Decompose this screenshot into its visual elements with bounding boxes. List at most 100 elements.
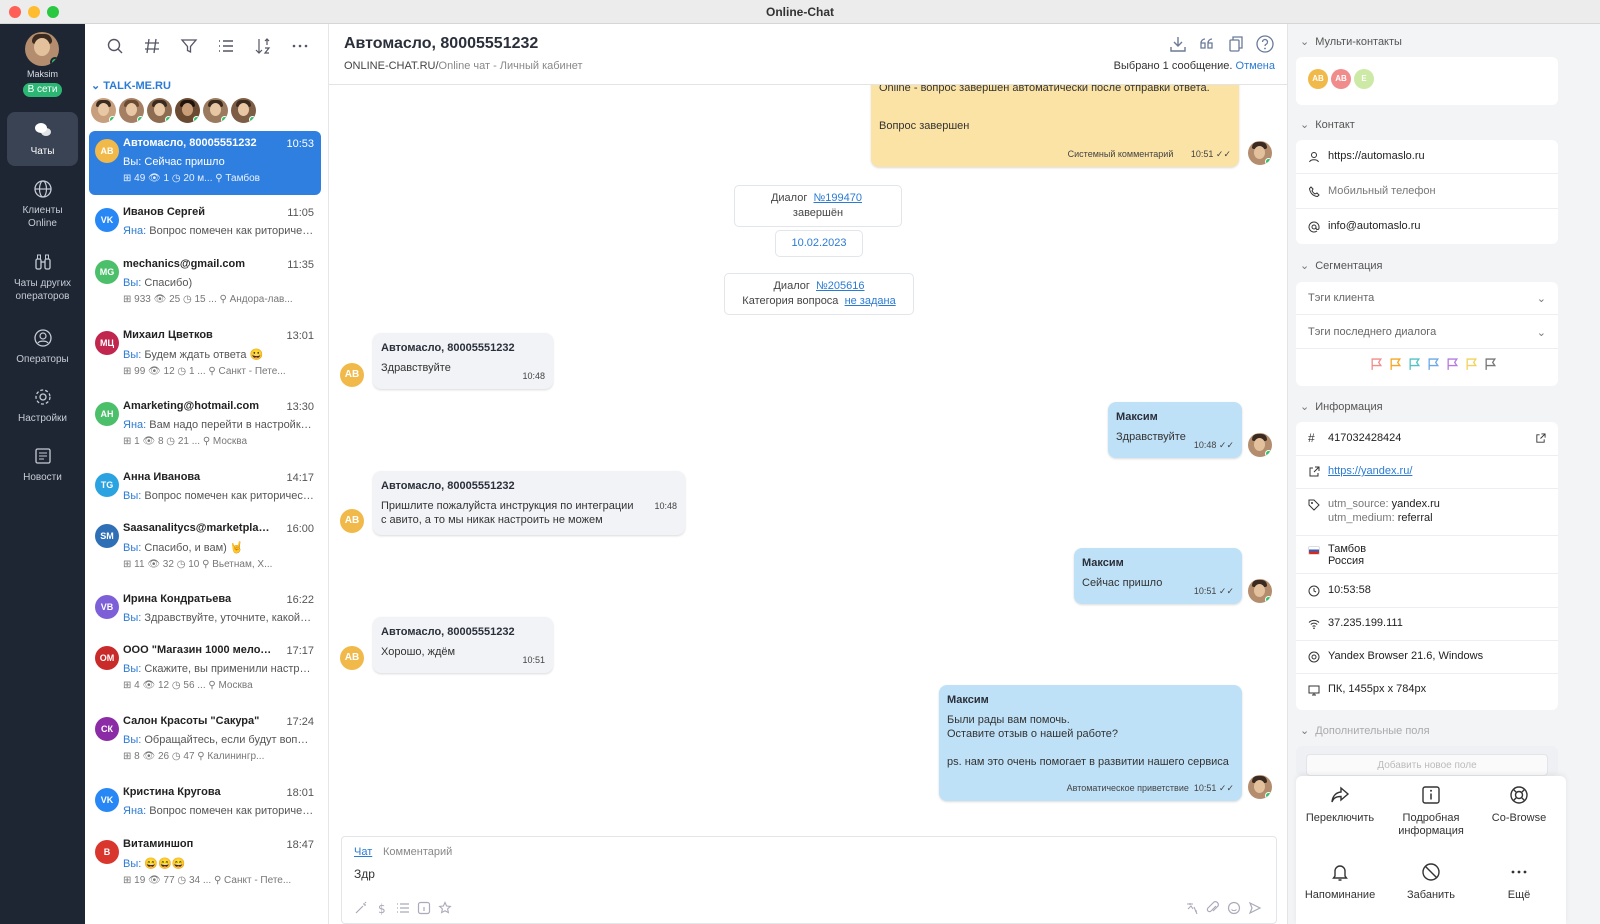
- chat-list-item[interactable]: СК Салон Красоты "Сакура" 17:24 Вы: Обращай…: [89, 709, 321, 771]
- operator-avatar[interactable]: [231, 98, 256, 123]
- chat-list-item[interactable]: AH Amarketing@hotmail.com 13:30 Яна: Вам на…: [89, 394, 321, 456]
- translate-icon[interactable]: [1185, 901, 1199, 915]
- chat-list-item[interactable]: МЦ Михаил Цветков 13:01 Вы: Будем ждать отв…: [89, 323, 321, 385]
- nav-item-settings[interactable]: Настройки: [7, 379, 78, 433]
- magic-wand-icon[interactable]: [354, 901, 368, 915]
- search-icon[interactable]: [105, 36, 125, 56]
- dollar-icon[interactable]: $: [375, 901, 389, 915]
- group-header[interactable]: ⌄ TALK-ME.RU: [91, 79, 171, 92]
- chat-list-item[interactable]: В Витаминшоп 18:47 Вы: 😄😄😄 ⊞ 19 👁 77 ◷ 34 ..…: [89, 832, 321, 894]
- star-icon[interactable]: [438, 901, 452, 915]
- referrer-link[interactable]: https://yandex.ru/: [1328, 465, 1412, 477]
- section-segmentation[interactable]: ⌄ Сегментация: [1300, 259, 1382, 272]
- system-comment[interactable]: Online - вопрос завершен автоматически п…: [871, 85, 1239, 167]
- zoom-window-button[interactable]: [47, 6, 59, 18]
- chat-list-item[interactable]: VK Кристина Кругова 18:01 Яна: Вопрос помеч…: [89, 780, 321, 824]
- operator-avatar[interactable]: [175, 98, 200, 123]
- emoji-icon[interactable]: [1227, 901, 1241, 915]
- details-button[interactable]: Подробная информация: [1387, 784, 1475, 838]
- minimize-window-button[interactable]: [28, 6, 40, 18]
- sort-icon[interactable]: [253, 36, 273, 56]
- section-contact[interactable]: ⌄ Контакт: [1300, 118, 1355, 131]
- flag-icon[interactable]: [1465, 358, 1478, 371]
- operator-avatar[interactable]: [147, 98, 172, 123]
- dialog-link[interactable]: №199470: [813, 192, 862, 204]
- ban-button[interactable]: Забанить: [1387, 861, 1475, 902]
- chat-list-item[interactable]: ОМ ООО "Магазин 1000 мелочей" 17:17 Вы: Ска…: [89, 638, 321, 700]
- filter-icon[interactable]: [179, 36, 199, 56]
- dialog-link[interactable]: №205616: [816, 280, 865, 292]
- flag-icon[interactable]: [1370, 358, 1383, 371]
- more-actions-button[interactable]: Ещё: [1475, 861, 1563, 902]
- chat-list-item[interactable]: SM Saasanalitycs@marketplace.ru 16:00 Вы: С…: [89, 516, 321, 578]
- contact-avatar[interactable]: АВ: [1331, 69, 1351, 89]
- chat-source: ONLINE-CHAT.RU/Online чат - Личный кабин…: [344, 60, 583, 72]
- section-extra-fields[interactable]: ⌄ Дополнительные поля: [1300, 724, 1430, 737]
- operator-avatar[interactable]: [119, 98, 144, 123]
- quote-icon[interactable]: [1197, 34, 1217, 54]
- nav-item-clients-online[interactable]: Клиенты Online: [7, 171, 78, 233]
- category-link[interactable]: не задана: [845, 295, 896, 307]
- nav-item-other-operators-chats[interactable]: Чаты других операторов: [7, 244, 78, 310]
- flag-icon[interactable]: [1408, 358, 1421, 371]
- message-feed[interactable]: Online - вопрос завершен автоматически п…: [329, 85, 1287, 835]
- incoming-message[interactable]: Автомасло, 80005551232 Здравствуйте 10:4…: [373, 333, 553, 389]
- nav-item-chats[interactable]: Чаты: [7, 112, 78, 166]
- contact-phone-row[interactable]: Мобильный телефон: [1296, 175, 1558, 209]
- add-field-button[interactable]: Добавить новое поле: [1306, 754, 1548, 776]
- chat-list-item[interactable]: VK Иванов Сергей 11:05 Яна: Вопрос помечен …: [89, 200, 321, 244]
- nav-item-operators[interactable]: Операторы: [7, 320, 78, 374]
- chat-name: Салон Красоты "Сакура": [123, 715, 260, 727]
- info-square-icon[interactable]: [417, 901, 431, 915]
- status-badge[interactable]: В сети: [23, 83, 62, 97]
- flag-icon[interactable]: [1446, 358, 1459, 371]
- info-time-row: 10:53:58: [1296, 574, 1558, 608]
- send-icon[interactable]: [1248, 901, 1262, 915]
- message-input[interactable]: [354, 867, 1254, 881]
- operator-avatar[interactable]: [91, 98, 116, 123]
- dialog-tags-select[interactable]: Тэги последнего диалога ⌄: [1296, 316, 1558, 349]
- copy-icon[interactable]: [1226, 34, 1246, 54]
- client-tags-select[interactable]: Тэги клиента ⌄: [1296, 282, 1558, 315]
- operator-avatar[interactable]: [203, 98, 228, 123]
- chat-list-item[interactable]: MG mechanics@gmail.com 11:35 Вы: Спасибо) ⊞ …: [89, 252, 321, 314]
- contact-avatar[interactable]: E: [1354, 69, 1374, 89]
- user-avatar[interactable]: [25, 32, 59, 66]
- chat-list-item[interactable]: TG Анна Иванова 14:17 Вы: Вопрос помечен ка…: [89, 465, 321, 509]
- flag-icon[interactable]: [1484, 358, 1497, 371]
- cancel-selection-link[interactable]: Отмена: [1236, 60, 1275, 72]
- system-comment-text: Вопрос завершен: [879, 120, 970, 132]
- chat-list-item[interactable]: АВ Автомасло, 80005551232 10:53 Вы: Сейчас …: [89, 131, 321, 195]
- outgoing-message[interactable]: Максим Были рады вам помочь. Оставите от…: [939, 685, 1242, 801]
- incoming-message[interactable]: Автомасло, 80005551232 Пришлите пожалуйс…: [373, 471, 685, 535]
- reminder-button[interactable]: Напоминание: [1296, 861, 1384, 902]
- chat-list-item[interactable]: VB Ирина Кондратьева 16:22 Вы: Здравствуйте…: [89, 587, 321, 631]
- close-window-button[interactable]: [9, 6, 21, 18]
- contact-site-row[interactable]: https://automaslo.ru: [1296, 140, 1558, 174]
- outgoing-message[interactable]: Максим Здравствуйте 10:48 ✓✓: [1108, 402, 1242, 458]
- contact-avatar[interactable]: АВ: [1308, 69, 1328, 89]
- monitor-icon: [1308, 685, 1320, 696]
- more-icon[interactable]: [290, 36, 310, 56]
- cobrowse-button[interactable]: Co-Browse: [1475, 784, 1563, 825]
- attach-icon[interactable]: [1206, 901, 1220, 915]
- tab-comment[interactable]: Комментарий: [383, 846, 452, 858]
- nav-item-news[interactable]: Новости: [7, 438, 78, 492]
- download-icon[interactable]: [1168, 34, 1188, 54]
- section-multi-contacts[interactable]: ⌄ Мульти-контакты: [1300, 35, 1402, 48]
- tab-chat[interactable]: Чат: [354, 846, 372, 858]
- flag-icon[interactable]: [1389, 358, 1402, 371]
- contact-email-row[interactable]: info@automaslo.ru: [1296, 210, 1558, 244]
- list-icon[interactable]: [216, 36, 236, 56]
- info-url-row[interactable]: https://yandex.ru/: [1296, 455, 1558, 489]
- copy-link-icon[interactable]: [1535, 433, 1546, 444]
- outgoing-message[interactable]: Максим Сейчас пришло 10:51 ✓✓: [1074, 548, 1242, 604]
- list-icon[interactable]: [396, 901, 410, 915]
- help-icon[interactable]: [1255, 34, 1275, 54]
- message-time: 10:51 ✓✓: [1193, 586, 1234, 596]
- section-information[interactable]: ⌄ Информация: [1300, 400, 1383, 413]
- flag-icon[interactable]: [1427, 358, 1440, 371]
- incoming-message[interactable]: Автомасло, 80005551232 Хорошо, ждём 10:5…: [373, 617, 553, 673]
- switch-button[interactable]: Переключить: [1296, 784, 1384, 825]
- hashtag-icon[interactable]: [142, 36, 162, 56]
